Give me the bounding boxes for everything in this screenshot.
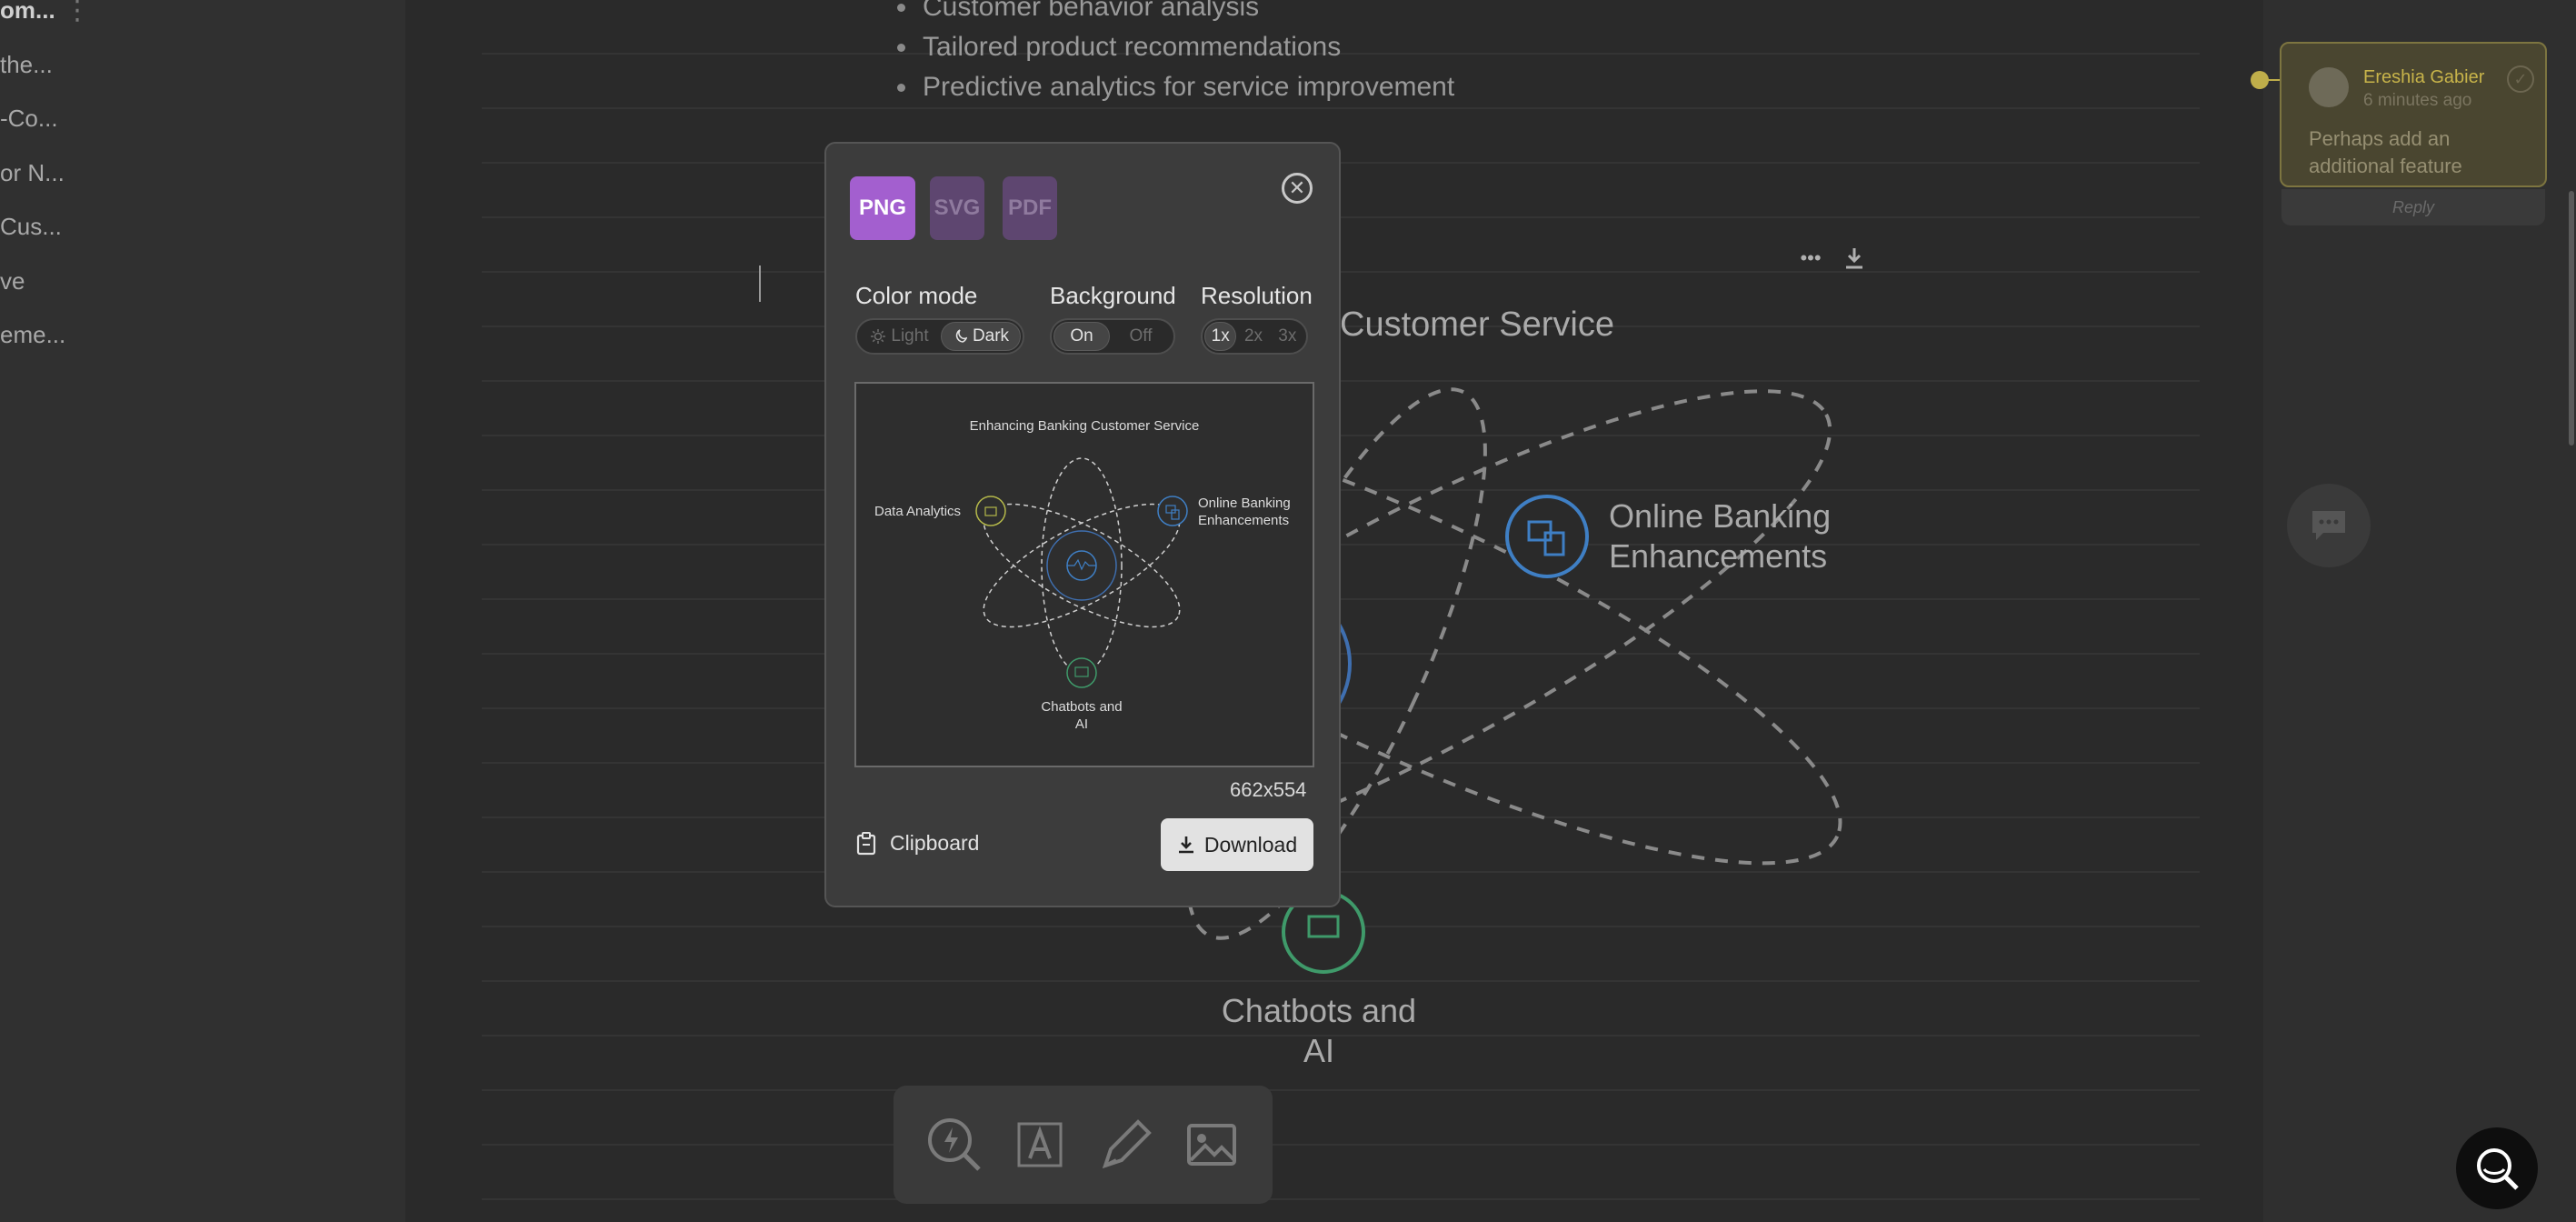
sidebar-item-label: -Co...: [0, 105, 58, 132]
clipboard-label: Clipboard: [890, 831, 980, 855]
resolution-1x[interactable]: 1x: [1204, 322, 1237, 351]
comment-text: Perhaps add an additional feature: [2309, 127, 2462, 177]
list-item: Customer behavior analysis: [895, 0, 1454, 27]
preview-label-data-analytics: Data Analytics: [874, 504, 962, 519]
diagram-title: Customer Service: [1340, 306, 1614, 344]
download-label: Download: [1203, 832, 1298, 856]
color-mode-dark-label: Dark: [972, 326, 1010, 346]
search-fab-button[interactable]: [2456, 1127, 2538, 1209]
color-mode-label: Color mode: [855, 282, 978, 309]
sidebar-item-label: eme...: [0, 321, 66, 348]
diagram-label-chat: Chatbots and AI: [1214, 991, 1423, 1071]
color-mode-dark[interactable]: Dark: [941, 322, 1021, 351]
avatar: [2309, 67, 2349, 107]
diagram-label-line: Chatbots and: [1221, 992, 1417, 1029]
download-button[interactable]: Download: [1161, 818, 1313, 871]
text-caret: [759, 265, 761, 302]
sidebar-item-2[interactable]: the...: [0, 51, 53, 79]
resolution-3x[interactable]: 3x: [1271, 322, 1304, 351]
resolution-toggle: 1x 2x 3x: [1201, 318, 1308, 355]
comment-card[interactable]: Ereshia Gabier 6 minutes ago Perhaps add…: [2280, 42, 2547, 187]
diagram-toolbar: •••: [1798, 245, 1867, 271]
preview-label-chatbots: Chatbots and AI: [1033, 698, 1130, 733]
sidebar-item-label: om...: [0, 0, 55, 24]
export-dimensions: 662x554: [1230, 778, 1307, 801]
background-on[interactable]: On: [1053, 322, 1110, 351]
export-preview: Enhancing Banking Customer Service Data …: [854, 382, 1314, 767]
scrollbar[interactable]: [2569, 191, 2574, 446]
download-icon: [1178, 836, 1193, 854]
background-off[interactable]: Off: [1110, 322, 1172, 351]
list-item: Tailored product recommendations: [895, 27, 1454, 67]
resolve-check-icon[interactable]: ✓: [2507, 65, 2534, 93]
clipboard-icon: [856, 831, 876, 855]
preview-label-online-banking: Online Banking Enhancements: [1198, 495, 1291, 529]
diagram-label-line: AI: [1303, 1032, 1334, 1069]
bullet-list: Customer behavior analysis Tailored prod…: [895, 0, 1454, 107]
more-options-icon[interactable]: ⋮: [64, 0, 91, 26]
pen-icon[interactable]: [1096, 1115, 1156, 1175]
background-label: Background: [1050, 282, 1176, 309]
format-png-button[interactable]: PNG: [850, 176, 915, 240]
download-icon[interactable]: [1842, 245, 1867, 271]
comment-anchor-dot[interactable]: [2251, 71, 2269, 89]
close-icon[interactable]: ✕: [1282, 173, 1313, 204]
sun-icon: [871, 329, 886, 344]
preview-label-line: Chatbots and: [1041, 699, 1123, 715]
search-icon: [2477, 1148, 2519, 1190]
diagram-label-online: Online Banking Enhancements: [1609, 496, 1831, 576]
background-toggle: On Off: [1050, 318, 1175, 355]
add-comment-button[interactable]: [2287, 484, 2371, 567]
color-mode-toggle: Light Dark: [855, 318, 1024, 355]
sidebar-item-label: Cus...: [0, 213, 62, 240]
preview-label-line: Online Banking: [1198, 496, 1291, 511]
sidebar-item-7[interactable]: eme...: [0, 321, 65, 349]
sidebar-item-1[interactable]: om...: [0, 0, 55, 25]
format-pdf-button[interactable]: PDF: [1003, 176, 1057, 240]
list-item: Predictive analytics for service improve…: [895, 67, 1454, 107]
chat-icon: [2312, 511, 2345, 540]
text-box-icon[interactable]: [1010, 1115, 1070, 1175]
clipboard-button[interactable]: Clipboard: [855, 831, 979, 856]
sidebar-item-3[interactable]: -Co...: [0, 105, 58, 133]
image-icon[interactable]: [1182, 1115, 1242, 1175]
moon-icon: [955, 329, 967, 343]
format-svg-button[interactable]: SVG: [930, 176, 984, 240]
color-mode-light-label: Light: [891, 326, 929, 346]
diagram-label-line: Online Banking: [1609, 497, 1832, 535]
reply-button[interactable]: Reply: [2281, 189, 2545, 225]
sidebar-item-6[interactable]: ve: [0, 267, 25, 295]
sidebar-item-5[interactable]: Cus...: [0, 213, 62, 241]
sidebar-item-label: ve: [0, 267, 25, 295]
export-dialog: PNG SVG PDF ✕ Color mode Background Reso…: [824, 142, 1341, 907]
diagram-label-line: Enhancements: [1609, 537, 1828, 575]
resolution-2x[interactable]: 2x: [1236, 322, 1270, 351]
color-mode-light[interactable]: Light: [859, 322, 941, 351]
ai-search-icon[interactable]: [924, 1115, 984, 1175]
sidebar-item-label: or N...: [0, 159, 65, 186]
more-horizontal-icon[interactable]: •••: [1798, 245, 1823, 271]
sidebar-item-label: the...: [0, 51, 53, 78]
comment-author: Ereshia Gabier: [2363, 67, 2485, 87]
sidebar-item-4[interactable]: or N...: [0, 159, 65, 187]
comment-connector: [2267, 79, 2280, 81]
resolution-label: Resolution: [1201, 282, 1313, 309]
sidebar: om... ⋮ the... -Co... or N... Cus... ve …: [0, 0, 405, 1222]
preview-label-line: Enhancements: [1198, 513, 1290, 528]
bottom-toolbar: [894, 1086, 1273, 1204]
comment-time: 6 minutes ago: [2363, 91, 2472, 110]
preview-label-line: AI: [1074, 716, 1089, 732]
